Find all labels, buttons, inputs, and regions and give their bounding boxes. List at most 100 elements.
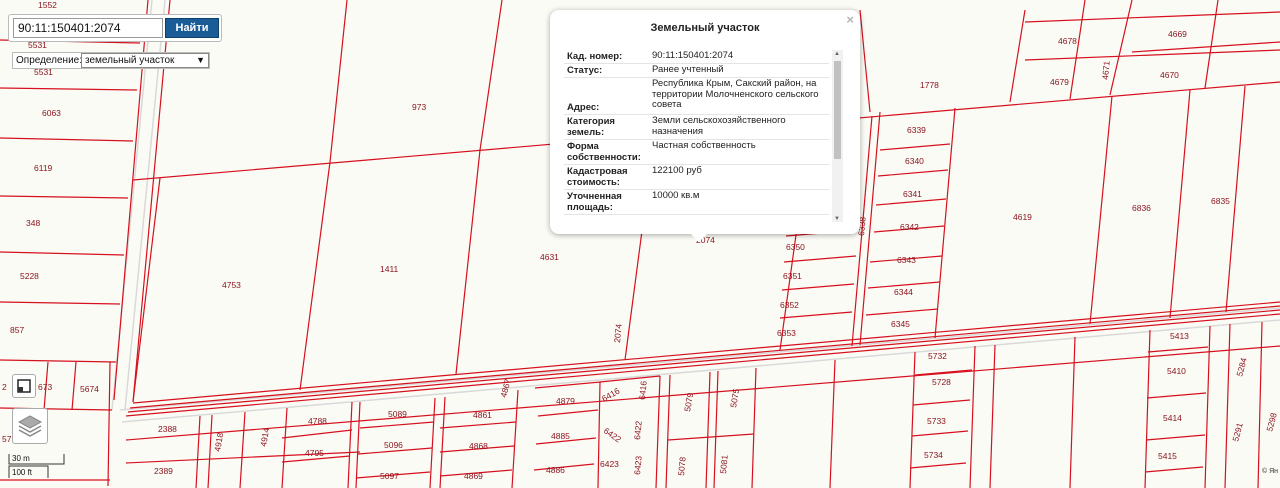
scale-metric: 30 m <box>12 454 30 463</box>
parcel-label[interactable]: 4885 <box>551 431 570 441</box>
parcel-label[interactable]: 4753 <box>222 280 241 290</box>
parcel-label[interactable]: 6422 <box>602 425 623 444</box>
scale-bar: 30 m 100 ft <box>8 452 70 482</box>
parcel-label[interactable]: 973 <box>412 102 426 112</box>
popup-attribute-row: Форма собственности: Частная собственност… <box>564 140 829 165</box>
popup-attribute-value: Земли сельскохозяйственного назначения <box>652 115 786 137</box>
popup-attribute-row: Категория земель: Земли сельскохозяйствен… <box>564 115 829 140</box>
parcel-label[interactable]: 5089 <box>388 409 407 419</box>
parcel-label[interactable]: 4678 <box>1058 36 1077 46</box>
parcel-label[interactable]: 4868 <box>469 441 488 451</box>
parcel-label[interactable]: 4879 <box>556 396 575 406</box>
popup-attribute-key: Уточненная площадь: <box>567 191 622 213</box>
parcel-label[interactable]: 6351 <box>783 271 802 281</box>
parcel-label[interactable]: 6423 <box>632 455 644 475</box>
parcel-label[interactable]: 4869 <box>464 471 483 481</box>
parcel-label[interactable]: 4914 <box>258 427 271 448</box>
parcel-label[interactable]: 1778 <box>920 80 939 90</box>
parcel-label[interactable]: 4631 <box>540 252 559 262</box>
parcel-label[interactable]: 4679 <box>1050 77 1069 87</box>
scale-imperial: 100 ft <box>12 468 33 477</box>
extent-icon[interactable] <box>12 374 36 398</box>
parcel-label[interactable]: 2 <box>2 382 7 392</box>
definition-selected-value: земельный участок <box>85 55 175 66</box>
parcel-label[interactable]: 2389 <box>154 466 173 476</box>
popup-scrollbar[interactable]: ▲ ▼ <box>832 50 843 222</box>
parcel-label[interactable]: 6345 <box>891 319 910 329</box>
parcel-label[interactable]: 6350 <box>786 242 805 252</box>
parcel-label[interactable]: 5734 <box>924 450 943 460</box>
parcel-label[interactable]: 5097 <box>380 471 399 481</box>
parcel-label[interactable]: 5414 <box>1163 413 1182 423</box>
parcel-label[interactable]: 6339 <box>907 125 926 135</box>
parcel-label[interactable]: 4788 <box>308 416 327 426</box>
parcel-label[interactable]: 4670 <box>1160 70 1179 80</box>
parcel-label[interactable]: 4671 <box>1100 60 1112 80</box>
parcel-label[interactable]: 2388 <box>158 424 177 434</box>
parcel-label[interactable]: 1411 <box>380 264 399 274</box>
close-icon[interactable]: × <box>846 12 854 27</box>
parcel-label[interactable]: 6423 <box>600 459 619 469</box>
parcel-label[interactable]: 4795 <box>305 448 324 458</box>
parcel-label[interactable]: 6835 <box>1211 196 1230 206</box>
parcel-label[interactable]: 857 <box>10 325 24 335</box>
parcel-label[interactable]: 6416 <box>637 380 649 400</box>
parcel-label[interactable]: 5410 <box>1167 366 1186 376</box>
parcel-label[interactable]: 5413 <box>1170 331 1189 341</box>
parcel-label[interactable]: 4669 <box>1168 29 1187 39</box>
parcel-label[interactable]: 5733 <box>927 416 946 426</box>
parcel-label[interactable]: 4619 <box>1013 212 1032 222</box>
popup-attribute-key: Статус: <box>567 65 603 76</box>
parcel-label[interactable]: 6353 <box>777 328 796 338</box>
parcel-label[interactable]: 6352 <box>780 300 799 310</box>
parcel-label[interactable]: 6341 <box>903 189 922 199</box>
parcel-label[interactable]: 5079 <box>682 392 695 413</box>
search-panel: Найти <box>8 14 222 42</box>
parcel-label[interactable]: 6340 <box>905 156 924 166</box>
parcel-label[interactable]: 6342 <box>900 222 919 232</box>
parcel-label[interactable]: 5081 <box>718 454 730 474</box>
definition-row: Определение: земельный участок ▼ <box>12 52 210 69</box>
parcel-label[interactable]: 5284 <box>1234 356 1249 377</box>
parcel-label[interactable]: 1552 <box>38 0 57 10</box>
popup-attribute-row: Уточненная площадь: 10000 кв.м <box>564 190 829 215</box>
parcel-label[interactable]: 5228 <box>20 271 39 281</box>
parcel-label[interactable]: 673 <box>38 382 52 392</box>
parcel-label[interactable]: 5415 <box>1158 451 1177 461</box>
parcel-label[interactable]: 57 <box>2 434 12 444</box>
parcel-label[interactable]: 5728 <box>932 377 951 387</box>
definition-select[interactable]: земельный участок ▼ <box>81 53 209 68</box>
parcel-label[interactable]: 6063 <box>42 108 61 118</box>
popup-attribute-row: Кадастровая стоимость: 122100 руб <box>564 165 829 190</box>
popup-attributes-table: Кад. номер: 90:11:150401:2074 Статус: Ранее… <box>564 50 829 230</box>
popup-attribute-value: Республика Крым, Сакский район, на терри… <box>652 78 819 110</box>
popup-attribute-row: Статус: Ранее учтенный <box>564 64 829 78</box>
layers-icon[interactable] <box>12 408 48 444</box>
cadastral-search-input[interactable] <box>13 18 163 38</box>
parcel-label[interactable]: 5732 <box>928 351 947 361</box>
parcel-label[interactable]: 4886 <box>546 465 565 475</box>
parcel-label[interactable]: 5075 <box>728 388 741 409</box>
parcel-label[interactable]: 5674 <box>80 384 99 394</box>
parcel-label[interactable]: 4918 <box>212 432 225 453</box>
popup-attribute-key: Адрес: <box>567 102 600 113</box>
popup-title: Земельный участок <box>650 22 760 34</box>
parcel-label[interactable]: 4867 <box>498 377 513 398</box>
parcel-label[interactable]: 5078 <box>676 456 688 476</box>
parcel-label[interactable]: 6422 <box>632 420 644 440</box>
parcel-label[interactable]: 6343 <box>897 255 916 265</box>
parcel-label[interactable]: 2074 <box>612 323 624 343</box>
parcel-label[interactable]: 6836 <box>1132 203 1151 213</box>
parcel-label[interactable]: 5096 <box>384 440 403 450</box>
definition-label: Определение: <box>16 55 83 66</box>
popup-attribute-key: Кадастровая стоимость: <box>567 166 628 188</box>
parcel-label[interactable]: 348 <box>26 218 40 228</box>
search-button[interactable]: Найти <box>165 18 219 38</box>
parcel-label[interactable]: 6119 <box>34 163 53 173</box>
popup-attribute-key: Форма собственности: <box>567 141 641 163</box>
parcel-label[interactable]: 5291 <box>1230 421 1245 442</box>
parcel-label[interactable]: 4861 <box>473 410 492 420</box>
parcel-label[interactable]: 6344 <box>894 287 913 297</box>
map-attribution: © Ян <box>1261 468 1278 475</box>
parcel-label[interactable]: 5298 <box>1264 411 1279 432</box>
